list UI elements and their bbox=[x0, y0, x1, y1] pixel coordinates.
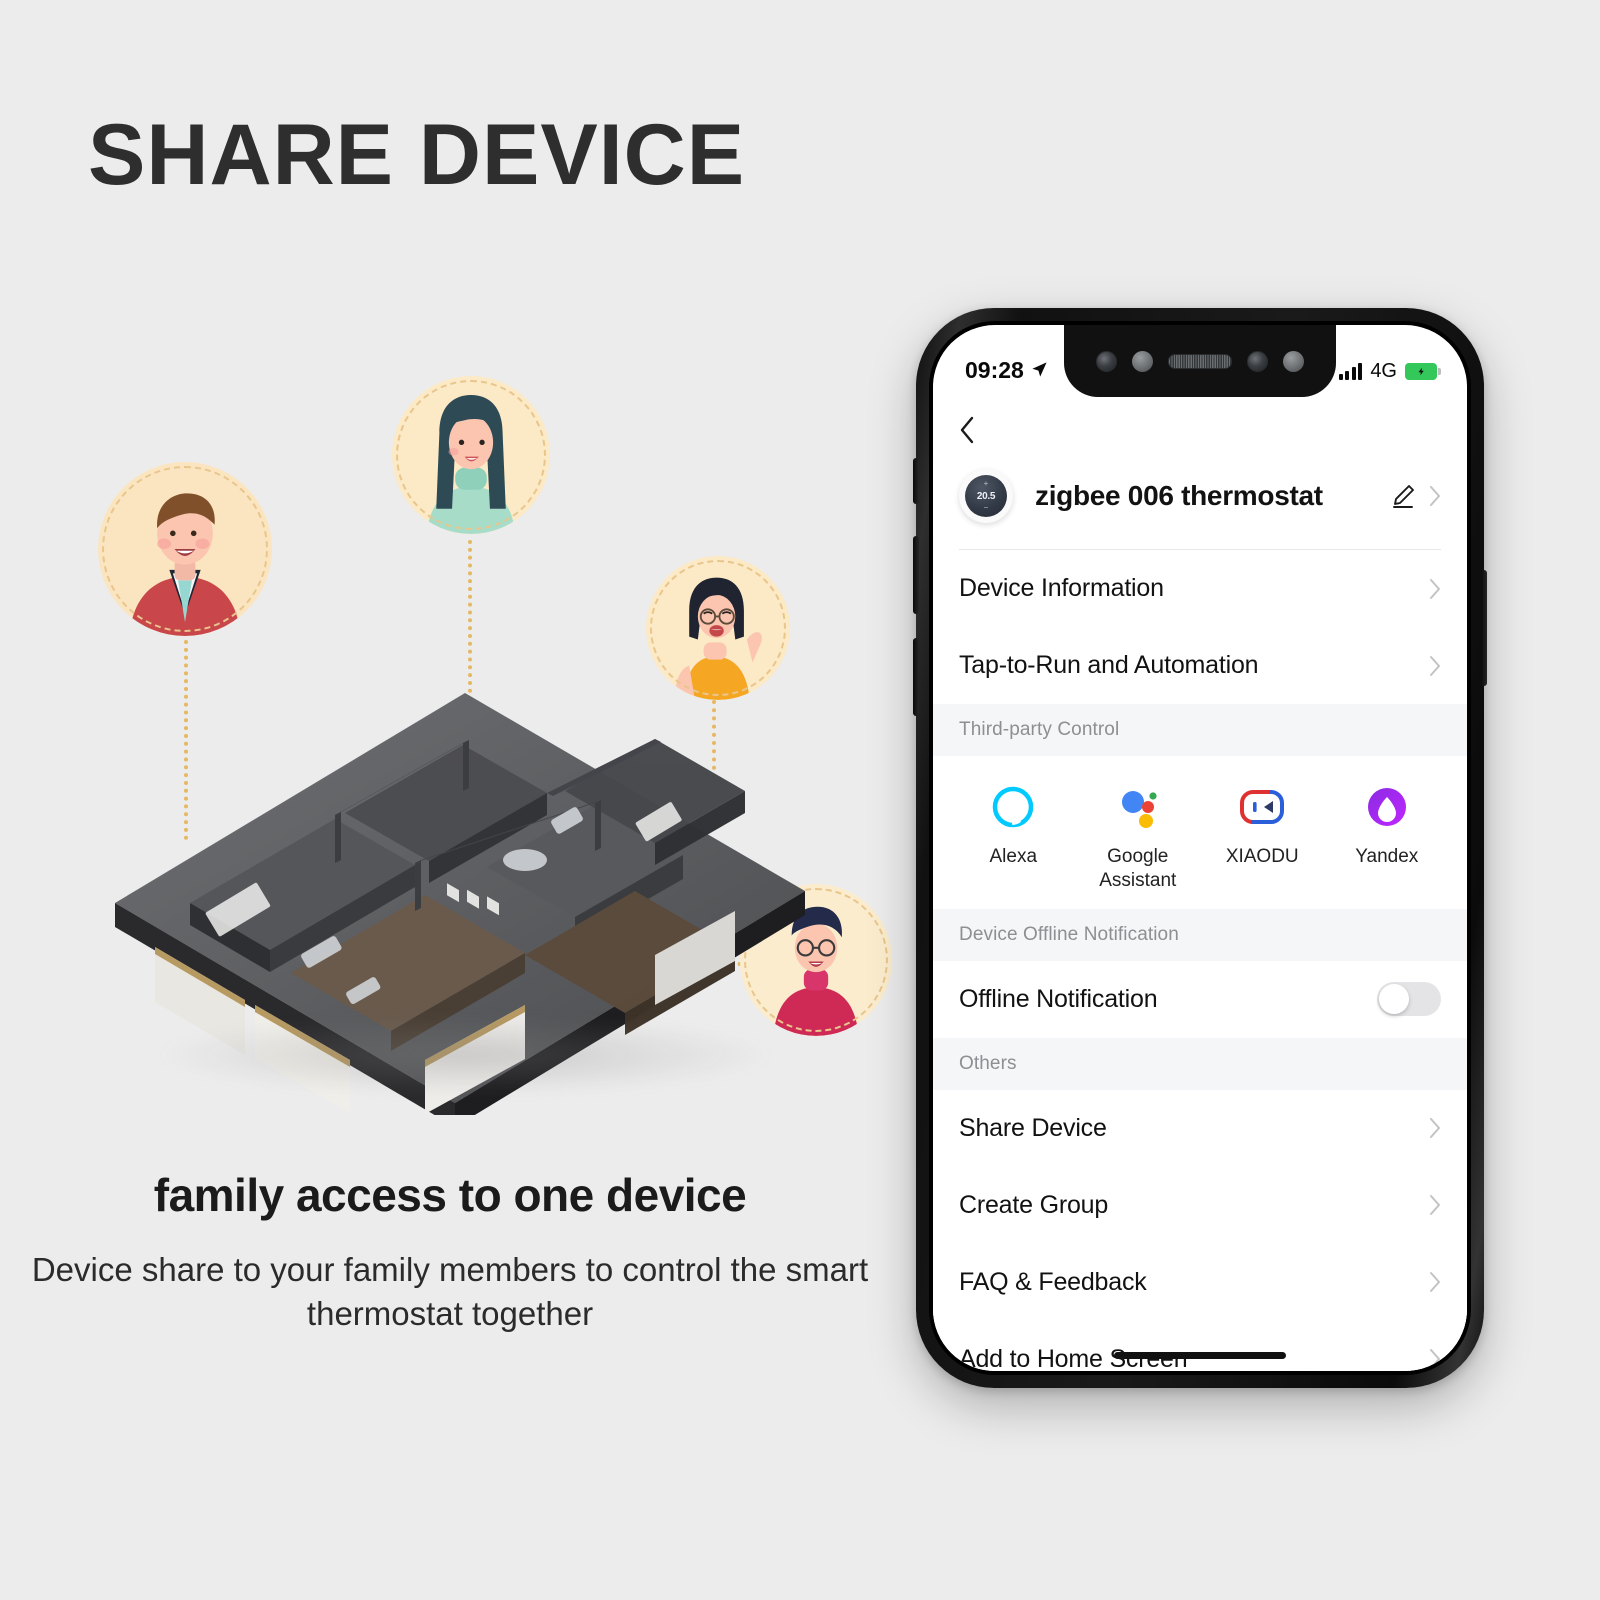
section-header-device-offline-notification: Device Offline Notification bbox=[933, 908, 1467, 961]
status-bar-right: 4G bbox=[1338, 359, 1441, 382]
promo-headline: family access to one device bbox=[153, 1169, 747, 1221]
app-navbar bbox=[933, 397, 1467, 463]
avatar-woman-long-hair-icon bbox=[392, 376, 550, 534]
third-party-grid: Alexa Google Assistant XIAODU Yandex bbox=[933, 756, 1467, 909]
avatar[interactable] bbox=[98, 462, 272, 636]
menu-row-device-information[interactable]: Device Information bbox=[933, 550, 1467, 627]
menu-row-create-group[interactable]: Create Group bbox=[933, 1166, 1467, 1244]
pencil-icon[interactable] bbox=[1390, 483, 1416, 509]
phone-bezel: 09:28 4G + 20.5 − zigbee 006 thermostat … bbox=[929, 321, 1471, 1375]
phone-notch bbox=[1064, 325, 1336, 397]
status-time: 09:28 bbox=[965, 356, 1024, 383]
google-assistant-icon bbox=[1113, 782, 1163, 832]
row-offline-notification[interactable]: Offline Notification bbox=[933, 960, 1467, 1038]
section-header-third-party-control: Third-party Control bbox=[933, 704, 1467, 756]
device-name: zigbee 006 thermostat bbox=[1035, 480, 1323, 511]
chevron-right-icon bbox=[1428, 1348, 1441, 1370]
house-shadow bbox=[155, 1015, 775, 1095]
home-indicator[interactable] bbox=[1114, 1352, 1286, 1359]
menu-row-add-to-home-screen[interactable]: Add to Home Screen bbox=[933, 1320, 1467, 1371]
third-party-item-yandex[interactable]: Yandex bbox=[1325, 782, 1450, 893]
third-party-label: Yandex bbox=[1355, 846, 1419, 867]
section-title: Device Offline Notification bbox=[959, 923, 1179, 945]
row-label: Tap-to-Run and Automation bbox=[959, 651, 1259, 679]
menu-row-tap-to-run-and-automation[interactable]: Tap-to-Run and Automation bbox=[933, 627, 1467, 704]
device-header[interactable]: + 20.5 − zigbee 006 thermostat bbox=[933, 463, 1467, 549]
offline-notification-toggle[interactable] bbox=[1377, 982, 1441, 1016]
third-party-label: Alexa bbox=[989, 846, 1038, 867]
row-label: Offline Notification bbox=[959, 984, 1158, 1013]
phone-volume-down-button[interactable] bbox=[913, 638, 919, 716]
third-party-item-xiaodu[interactable]: XIAODU bbox=[1200, 782, 1325, 893]
menu-row-share-device[interactable]: Share Device bbox=[933, 1089, 1467, 1167]
row-label: FAQ & Feedback bbox=[959, 1267, 1147, 1296]
row-label: Create Group bbox=[959, 1190, 1109, 1219]
section-header-others: Others bbox=[933, 1037, 1467, 1090]
chevron-right-icon bbox=[1428, 1271, 1441, 1293]
third-party-label: XIAODU bbox=[1225, 846, 1299, 867]
chevron-right-icon bbox=[1428, 655, 1441, 677]
phone-screen: 09:28 4G + 20.5 − zigbee 006 thermostat … bbox=[933, 325, 1467, 1371]
battery-charging-icon bbox=[1405, 362, 1441, 380]
yandex-alice-icon bbox=[1362, 782, 1412, 832]
row-label: Share Device bbox=[959, 1113, 1107, 1142]
thermostat-dial-icon: + 20.5 − bbox=[965, 475, 1007, 517]
device-edit-group[interactable] bbox=[1390, 483, 1441, 509]
row-label: Device Information bbox=[959, 574, 1164, 602]
phone-mute-button[interactable] bbox=[913, 458, 919, 504]
page-title: SHARE DEVICE bbox=[88, 107, 746, 203]
promo-subline: Device share to your family members to c… bbox=[31, 1251, 869, 1332]
third-party-item-google-assistant[interactable]: Google Assistant bbox=[1076, 782, 1201, 893]
chevron-right-icon bbox=[1428, 1194, 1441, 1216]
front-camera-icon bbox=[1096, 350, 1117, 372]
third-party-label: Google Assistant bbox=[1099, 846, 1177, 891]
menu-row-faq-and-feedback[interactable]: FAQ & Feedback bbox=[933, 1243, 1467, 1321]
section-title: Third-party Control bbox=[959, 719, 1120, 740]
section-title: Others bbox=[959, 1052, 1017, 1074]
status-bar-left: 09:28 bbox=[965, 357, 1048, 384]
third-party-item-alexa[interactable]: Alexa bbox=[951, 782, 1076, 893]
app-content: + 20.5 − zigbee 006 thermostat Device In… bbox=[933, 397, 1467, 1371]
toggle-knob bbox=[1379, 984, 1409, 1014]
dot-projector-icon bbox=[1283, 350, 1304, 372]
dial-minus-icon: − bbox=[983, 503, 989, 512]
earpiece-speaker-icon bbox=[1168, 353, 1232, 369]
chevron-right-icon bbox=[1428, 1117, 1441, 1139]
dial-temperature: 20.5 bbox=[976, 490, 996, 502]
phone-power-button[interactable] bbox=[1481, 570, 1487, 686]
ir-camera-icon bbox=[1247, 350, 1268, 372]
alexa-icon bbox=[988, 782, 1038, 832]
network-label: 4G bbox=[1370, 359, 1397, 382]
cellular-signal-icon bbox=[1338, 362, 1363, 380]
dial-plus-icon: + bbox=[983, 479, 989, 488]
chevron-right-icon bbox=[1428, 578, 1441, 600]
chevron-right-icon bbox=[1428, 485, 1441, 507]
xiaodu-icon bbox=[1237, 782, 1287, 832]
avatar[interactable] bbox=[392, 376, 550, 534]
location-arrow-icon bbox=[1031, 357, 1048, 384]
house-floorplan-illustration bbox=[95, 655, 825, 1127]
back-button[interactable] bbox=[959, 416, 975, 444]
phone-volume-up-button[interactable] bbox=[913, 536, 919, 614]
proximity-sensor-icon bbox=[1132, 350, 1153, 372]
phone-mockup: 09:28 4G + 20.5 − zigbee 006 thermostat … bbox=[913, 308, 1487, 1388]
avatar-man-red-shirt-icon bbox=[98, 462, 272, 636]
device-thumbnail: + 20.5 − bbox=[959, 469, 1013, 523]
